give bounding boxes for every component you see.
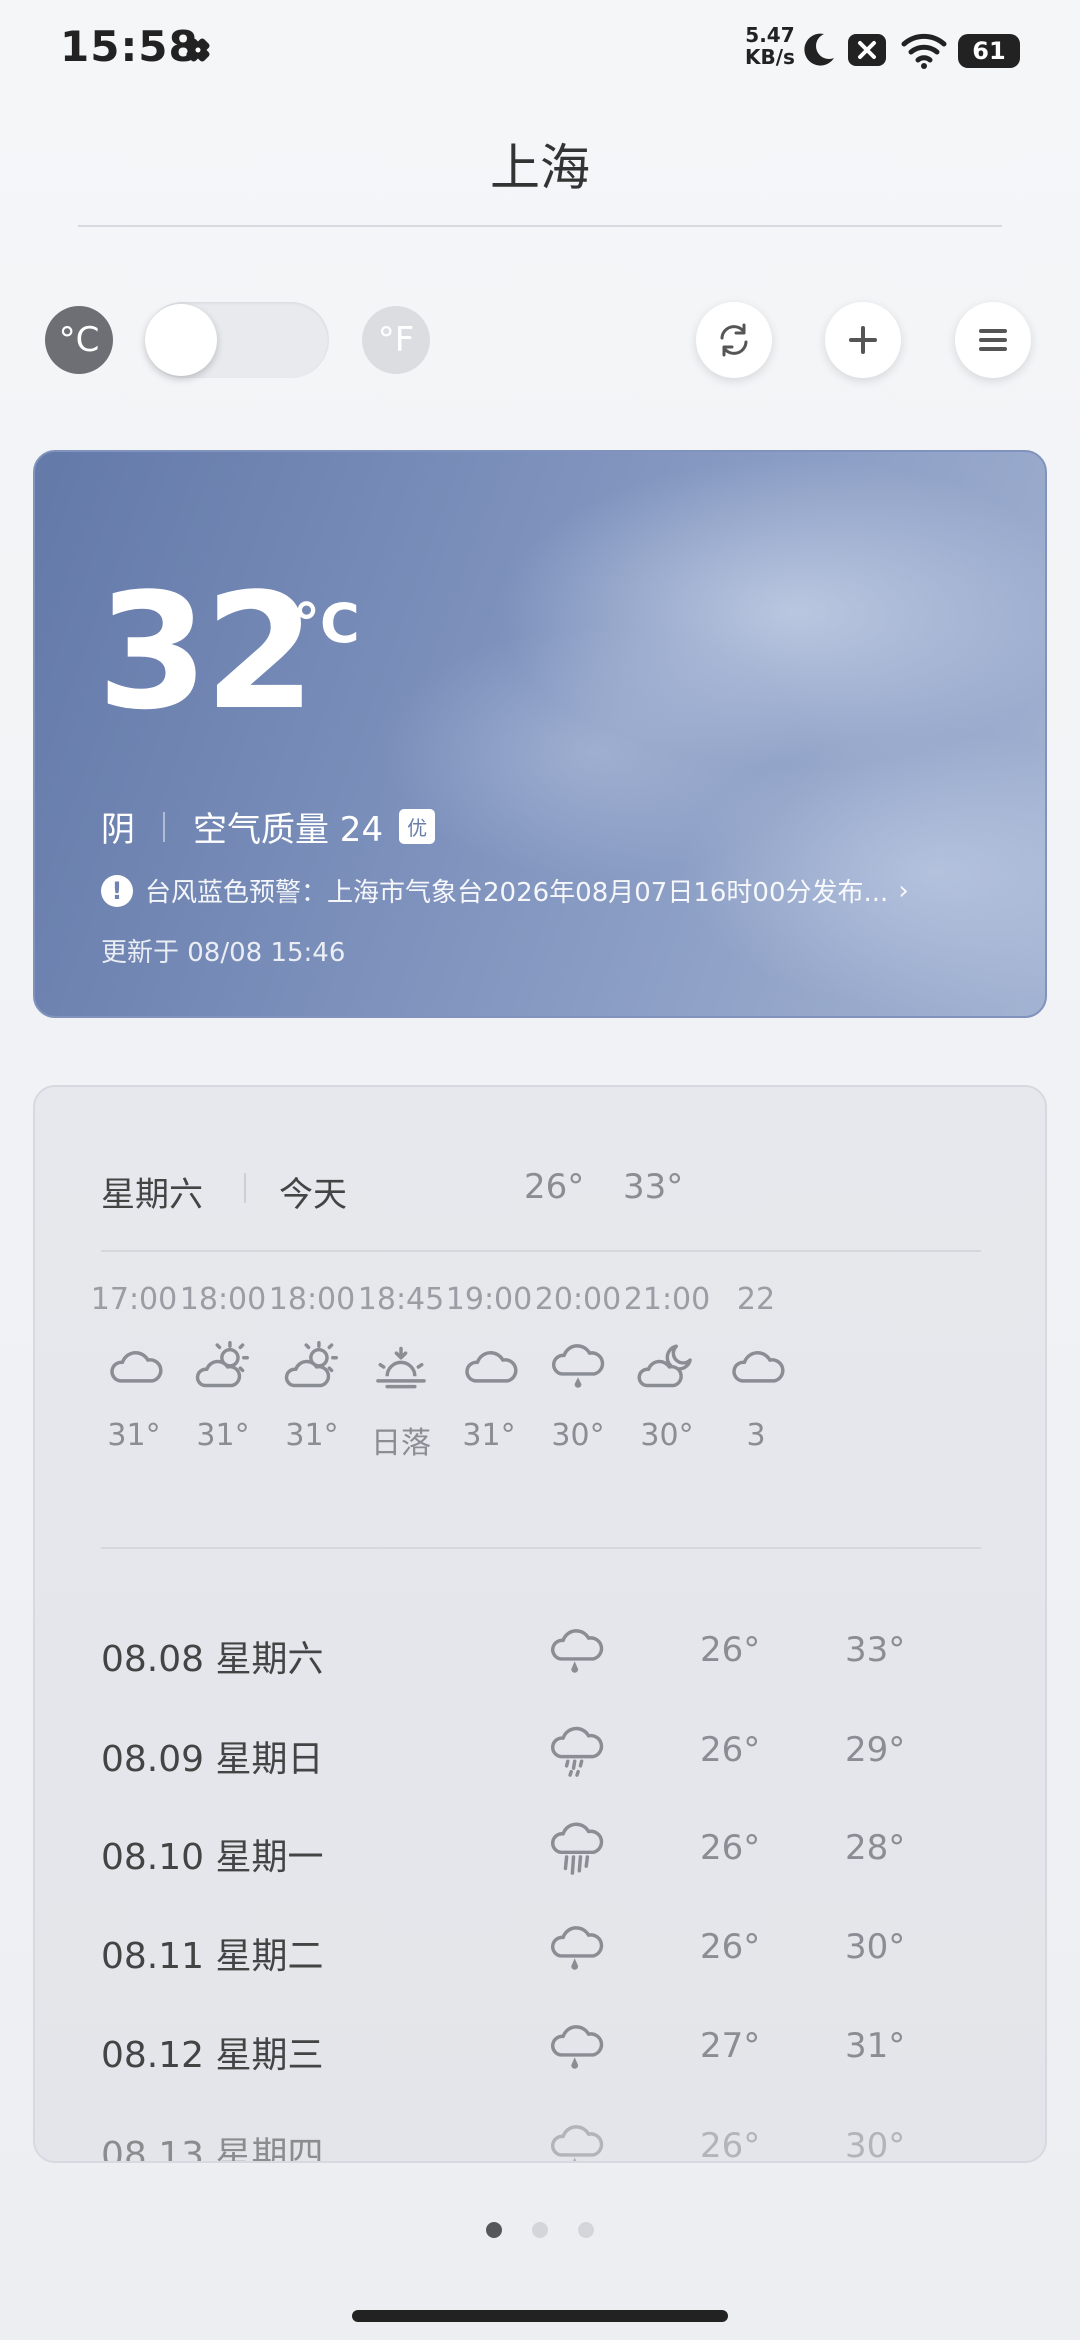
temperature-unit: °C: [293, 592, 360, 655]
moderate-rain-icon: [551, 1726, 604, 1777]
daily-row[interactable]: 08.11 星期二 26° 30°: [35, 1919, 1045, 1979]
no-sim-icon: [848, 34, 886, 66]
daily-row[interactable]: 08.12 星期三 27° 31°: [35, 2018, 1045, 2078]
rain-icon: [552, 1344, 605, 1388]
unit-toggle-switch[interactable]: [145, 302, 329, 378]
daily-low: 26°: [700, 1927, 761, 1967]
daily-icon: [547, 1822, 607, 1878]
partly-sunny-icon: [284, 1341, 338, 1388]
daily-high: 33°: [845, 1630, 906, 1670]
daily-high: 30°: [845, 2126, 906, 2163]
partly-sunny-icon: [195, 1341, 249, 1388]
daily-high: 28°: [845, 1828, 906, 1868]
daily-low: 26°: [700, 1630, 761, 1670]
daily-row[interactable]: 08.09 星期日 26° 29°: [35, 1722, 1045, 1782]
plus-icon: [849, 326, 877, 354]
heavy-rain-icon: [551, 1822, 604, 1875]
daily-high: 30°: [845, 1927, 906, 1967]
daily-icon: [547, 1624, 607, 1680]
battery-indicator: 61: [958, 34, 1030, 68]
daily-date: 08.12 星期三: [101, 2035, 324, 2076]
chevron-right-icon: ›: [898, 875, 909, 906]
divider: [101, 1250, 981, 1252]
status-bar: 15:58 5.47 KB/s 61: [0, 0, 1080, 100]
partly-cloudy-night-icon: [637, 1344, 692, 1388]
daily-date: 08.08 星期六: [101, 1639, 324, 1680]
network-speed: 5.47 KB/s: [745, 23, 795, 69]
today-low: 26°: [524, 1167, 585, 1207]
weather-page: 15:58 5.47 KB/s 61 上海 °C °F 32 °C 阴 空气质量…: [0, 0, 1080, 2340]
page-dot[interactable]: [532, 2222, 548, 2238]
forecast-card: 星期六 今天 26° 33° 17:00 31° 18:00 31° 18:00…: [33, 1085, 1047, 2163]
alert-icon: !: [101, 874, 133, 907]
separator: [244, 1173, 246, 1203]
today-day: 星期六: [101, 1175, 203, 1215]
daily-icon: [547, 1921, 607, 1977]
daily-icon: [547, 2120, 607, 2161]
hourly-item: 22 3: [701, 1282, 811, 1453]
home-indicator[interactable]: [352, 2310, 728, 2322]
weather-alert[interactable]: ! 台风蓝色预警：上海市气象台2026年08月07日16时00分发布... ›: [101, 872, 1021, 909]
daily-date: 08.11 星期二: [101, 1936, 324, 1977]
separator: [163, 811, 165, 842]
page-dot[interactable]: [578, 2222, 594, 2238]
condition-row: 阴 空气质量 24 优: [101, 802, 436, 851]
divider: [101, 1547, 981, 1549]
fahrenheit-button[interactable]: °F: [362, 306, 430, 374]
hour-time: 22: [736, 1282, 776, 1317]
today-label: 今天: [279, 1175, 347, 1215]
current-weather-card[interactable]: 32 °C 阴 空气质量 24 优 ! 台风蓝色预警：上海市气象台2026年08…: [33, 450, 1047, 1018]
cloudy-icon: [465, 1351, 518, 1383]
daily-high: 29°: [845, 1730, 906, 1770]
daily-low: 26°: [700, 1828, 761, 1868]
menu-icon: [979, 329, 1007, 351]
light-rain-icon: [551, 2025, 604, 2069]
wifi-icon: [901, 33, 947, 69]
daily-date: 08.09 星期日: [101, 1739, 324, 1780]
hourly-forecast[interactable]: 17:00 31° 18:00 31° 18:00 31° 18:45 日落 1…: [35, 1282, 1045, 1512]
menu-button[interactable]: [955, 302, 1031, 378]
today-high: 33°: [623, 1167, 684, 1207]
page-dot-active[interactable]: [486, 2222, 502, 2238]
divider: [78, 225, 1002, 227]
sunset-icon: [376, 1346, 426, 1389]
hour-icon: [701, 1322, 811, 1412]
toggle-knob[interactable]: [145, 304, 217, 376]
daily-row[interactable]: 08.08 星期六 26° 33°: [35, 1622, 1045, 1682]
daily-low: 26°: [700, 1730, 761, 1770]
add-city-button[interactable]: [825, 302, 901, 378]
daily-row[interactable]: 08.13 星期四 26° 30°: [35, 2118, 1045, 2163]
daily-low: 26°: [700, 2126, 761, 2163]
air-quality: 空气质量 24: [193, 810, 384, 850]
puzzle-icon: [186, 38, 210, 62]
current-temperature: 32: [97, 558, 316, 745]
hour-temp: 3: [746, 1418, 766, 1453]
daily-icon: [547, 1724, 607, 1780]
light-rain-icon: [551, 1926, 604, 1970]
daily-high: 31°: [845, 2026, 906, 2066]
cloudy-icon: [110, 1351, 163, 1383]
cloudy-icon: [732, 1351, 785, 1383]
do-not-disturb-moon-icon: [804, 33, 834, 66]
daily-icon: [547, 2020, 607, 2076]
city-title: 上海: [490, 139, 590, 197]
page-indicator: [0, 2222, 1080, 2238]
daily-low: 27°: [700, 2026, 761, 2066]
daily-date: 08.13 星期四: [101, 2135, 324, 2163]
updated-time: 更新于 08/08 15:46: [101, 938, 346, 968]
alert-text: 台风蓝色预警：上海市气象台2026年08月07日16时00分发布...: [145, 878, 889, 908]
light-rain-icon: [551, 1629, 604, 1673]
today-summary: 星期六 今天 26° 33°: [101, 1167, 981, 1215]
aqi-level-badge: 优: [399, 809, 436, 844]
daily-date: 08.10 星期一: [101, 1837, 324, 1878]
refresh-icon: [720, 323, 748, 357]
light-rain-icon: [551, 2125, 604, 2161]
daily-row[interactable]: 08.10 星期一 26° 28°: [35, 1820, 1045, 1880]
refresh-button[interactable]: [696, 302, 772, 378]
weather-condition: 阴: [101, 810, 135, 850]
celsius-button[interactable]: °C: [45, 306, 113, 374]
